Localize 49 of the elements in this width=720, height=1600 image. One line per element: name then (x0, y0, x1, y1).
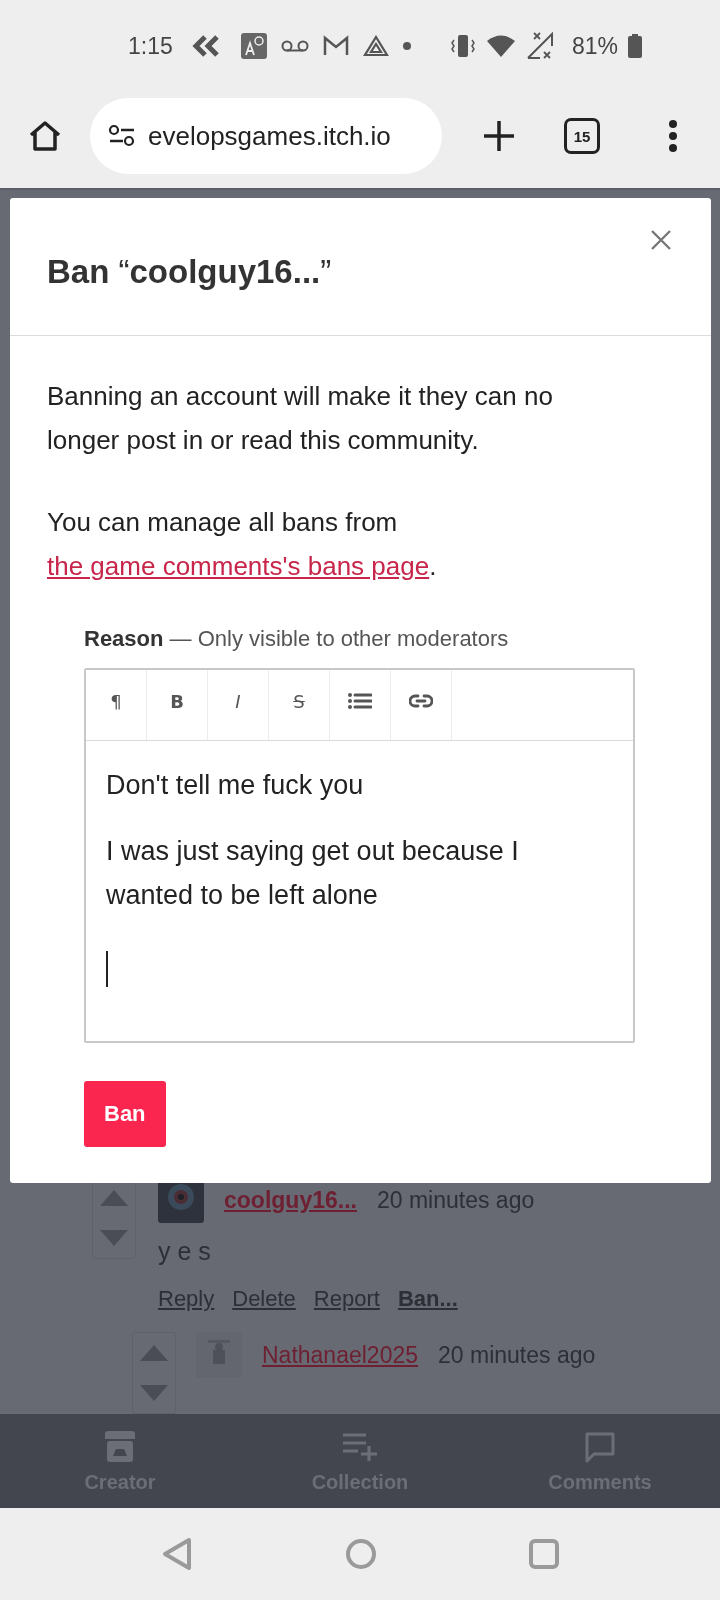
dialog-title: Ban “coolguy16...” (47, 252, 332, 291)
battery-icon (628, 34, 642, 58)
dot-icon (402, 42, 411, 50)
wifi-icon (485, 34, 516, 58)
downvote-icon[interactable] (100, 1230, 128, 1246)
new-tab-icon[interactable] (482, 119, 516, 153)
home-button-icon[interactable] (345, 1538, 377, 1570)
home-icon[interactable] (28, 120, 62, 152)
address-bar[interactable]: evelopsgames.itch.io (90, 98, 442, 174)
site-settings-icon (108, 124, 136, 148)
upvote-icon[interactable] (140, 1345, 168, 1361)
reason-label: Reason — Only visible to other moderators (84, 626, 510, 652)
back-icon[interactable] (161, 1537, 193, 1571)
list-icon (348, 692, 372, 710)
comment-action-link[interactable]: Delete (232, 1286, 296, 1312)
recents-icon[interactable] (529, 1539, 559, 1569)
comment-action-link[interactable]: Reply (158, 1286, 215, 1312)
link-icon (409, 694, 433, 708)
add-to-list-icon (342, 1431, 378, 1462)
signal-icon (525, 32, 554, 60)
app-icon (240, 33, 267, 59)
downvote-icon[interactable] (140, 1385, 168, 1401)
upvote-icon[interactable] (100, 1190, 128, 1206)
close-icon[interactable] (650, 229, 672, 251)
username-link[interactable]: Nathanael2025 (262, 1341, 419, 1369)
comment-action-link[interactable]: Report (313, 1286, 380, 1312)
speech-bubble-icon (584, 1430, 616, 1463)
username-link[interactable]: coolguy16... (224, 1186, 357, 1214)
text-editor-field[interactable]: Don't tell me fuck you I was just saying get out because I wanted to be left alone (86, 741, 633, 1041)
battery-percent: 81% (571, 32, 618, 60)
bans-page-link[interactable]: the game comments's bans page (47, 551, 430, 581)
controller-icon (103, 1429, 137, 1464)
editor-text: I was just saying get out because I wanted to be left alone (106, 835, 520, 912)
ban-button[interactable]: Ban (84, 1081, 166, 1147)
mail-icon (322, 35, 349, 57)
comment-action-link[interactable]: Ban... (397, 1286, 458, 1312)
clock-time: 1:15 (128, 32, 173, 60)
dialog-message: Banning an account will make it they can no longer post in or read this community. (47, 380, 554, 457)
voicemail-icon (280, 39, 309, 53)
drive-icon (362, 35, 389, 57)
comment-time: 20 minutes ago (438, 1341, 596, 1369)
editor-text: Don't tell me fuck you (106, 769, 365, 802)
menu-icon[interactable] (668, 120, 678, 152)
vibrate-icon (449, 34, 476, 58)
url-text: evelopsgames.itch.io (148, 120, 391, 152)
tab-count-button[interactable]: 15 (564, 118, 600, 154)
manage-text: You can manage all bans from the game comments's bans page. (47, 506, 438, 583)
comment-text: y e s (158, 1237, 212, 1266)
comment-time: 20 minutes ago (376, 1186, 535, 1214)
